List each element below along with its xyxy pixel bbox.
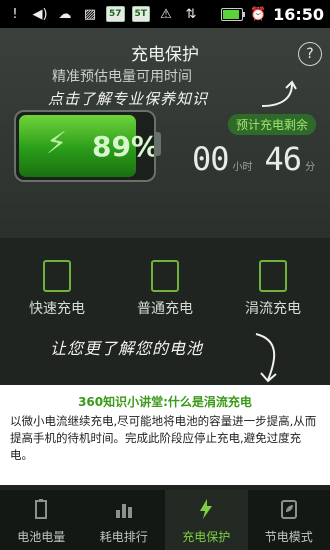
down-arrow-icon — [255, 333, 277, 383]
nav-power-ranking[interactable]: 耗电排行 — [83, 490, 166, 550]
mode-normal-charge[interactable]: 普通充电 — [120, 250, 210, 318]
warning-icon: ⚠ — [160, 6, 172, 22]
minutes-value: 46 — [264, 140, 303, 178]
mode-trickle-charge[interactable]: 涓流充电 — [228, 250, 318, 318]
mode-label: 普通充电 — [137, 301, 193, 317]
app-badge-5t: 5T — [131, 6, 150, 22]
nav-label: 电池电量 — [17, 530, 66, 544]
app-badge-57: 57 — [106, 6, 125, 22]
battery-gauge: ⚡ 89% — [14, 110, 156, 182]
battery-cap — [154, 132, 161, 156]
status-bar: ! ◀) ☁ ▨ 57 5T ⚠ ⇅ ⏰ 16:50 — [0, 0, 330, 28]
help-hint-text: 点击了解专业保养知识 — [48, 90, 209, 108]
charge-bolt-icon — [200, 499, 213, 519]
nav-battery-level[interactable]: 电池电量 — [0, 490, 83, 550]
nav-power-saving[interactable]: 节电模式 — [248, 490, 330, 550]
knowledge-title: 360知识小讲堂:什么是涓流充电 — [78, 395, 252, 409]
subtitle: 精准预估电量可用时间 — [52, 69, 192, 85]
minutes-unit: 分 — [305, 162, 316, 173]
mode-label: 涓流充电 — [245, 301, 301, 317]
nav-label: 耗电排行 — [99, 530, 148, 544]
hours-value: 00 — [192, 140, 230, 178]
knowledge-card[interactable]: 360知识小讲堂:什么是涓流充电 以微小电流继续充电,尽可能地将电池的容量进一步… — [0, 385, 330, 485]
battery-percent: 89% — [92, 130, 156, 163]
leaf-icon — [280, 500, 297, 519]
usb-icon: ⇅ — [185, 6, 197, 22]
battery-hint-text: 让您更了解您的电池 — [50, 339, 204, 358]
fast-charge-icon — [43, 260, 71, 292]
help-button[interactable]: ? — [298, 42, 322, 66]
alert-icon: ! — [12, 6, 18, 22]
bar-chart-icon — [115, 504, 132, 518]
weather-icon: ☁ — [58, 6, 72, 22]
normal-charge-icon — [151, 260, 179, 292]
clock: 16:50 — [273, 4, 324, 24]
nav-charge-protect[interactable]: 充电保护 — [165, 490, 248, 550]
volume-icon: ◀) — [32, 6, 48, 22]
hours-unit: 小时 — [232, 162, 253, 173]
bottom-nav: 电池电量 耗电排行 充电保护 节电模式 — [0, 490, 330, 550]
trickle-charge-icon — [259, 260, 287, 292]
mode-label: 快速充电 — [29, 301, 85, 317]
mode-fast-charge[interactable]: 快速充电 — [12, 250, 102, 318]
remaining-time-label: 预计充电剩余 — [227, 114, 316, 135]
nav-label: 节电模式 — [264, 530, 313, 544]
charge-status-card: 充电保护 ? 精准预估电量可用时间 点击了解专业保养知识 ⚡ 89% 预计充电剩… — [0, 28, 330, 238]
nav-label: 充电保护 — [182, 530, 231, 544]
battery-status-icon — [221, 7, 246, 21]
image-icon: ▨ — [83, 6, 97, 22]
remaining-time: 00 小时 46 分 — [192, 140, 323, 178]
lightning-icon: ⚡ — [46, 126, 68, 161]
knowledge-text: 以微小电流继续充电,尽可能地将电池的容量进一步提高,从而提高手机的待机时间。完成… — [10, 414, 317, 462]
curved-arrow-icon — [261, 80, 297, 107]
charge-modes: 快速充电 普通充电 涓流充电 — [0, 250, 330, 330]
page-title: 充电保护 — [131, 45, 199, 65]
battery-icon — [35, 499, 48, 519]
alarm-icon: ⏰ — [249, 6, 267, 22]
